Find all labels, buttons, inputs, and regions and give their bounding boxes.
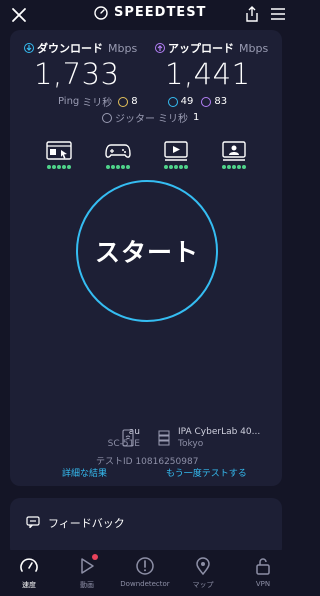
brand-title: SPEEDTEST (114, 5, 207, 20)
jitter-row: ジッター ミリ秒 1 (102, 110, 229, 125)
video-chat-app[interactable] (219, 141, 249, 173)
ping-download-icon (167, 96, 178, 107)
details-link[interactable]: 詳細な結果 (62, 466, 107, 479)
tab-vpn[interactable]: VPN (234, 556, 292, 588)
upload-unit: Mbps (239, 41, 269, 55)
tab-speed-label: 速度 (22, 581, 36, 589)
top-bar: SPEEDTEST (0, 0, 292, 30)
server-info[interactable]: IPA CyberLab 40... Tokyo (178, 426, 260, 450)
ping-idle-icon (118, 96, 129, 107)
gaming-app[interactable] (103, 141, 133, 173)
ping-label: Ping (58, 96, 80, 107)
jitter-unit: ミリ秒 (158, 114, 188, 125)
web-browsing-rating (44, 165, 74, 169)
map-pin-icon (196, 557, 210, 576)
notification-badge (92, 554, 98, 560)
ping-download-value: 49 (180, 96, 194, 107)
brand: SPEEDTEST (94, 5, 206, 20)
feedback-icon (26, 516, 40, 528)
download-value: 1,733 (34, 57, 120, 91)
video-streaming-app[interactable] (161, 141, 191, 173)
phone-icon (122, 429, 134, 447)
video-chat-rating (219, 165, 249, 169)
close-icon[interactable] (10, 6, 28, 24)
speedometer-icon (20, 558, 38, 572)
tab-map-label: マップ (192, 581, 214, 589)
upload-label: アップロード (168, 42, 234, 55)
video-chat-icon (222, 141, 246, 161)
start-button[interactable]: スタート (76, 180, 218, 322)
alert-icon (136, 557, 154, 575)
download-label: ダウンロード (37, 42, 103, 55)
results-card: ダウンロード Mbps 1,733 アップロード Mbps 1,441 Ping… (10, 30, 282, 486)
gaming-icon (105, 144, 131, 158)
upload-metric: アップロード Mbps 1,441 (155, 40, 268, 91)
ping-upload-value: 83 (214, 96, 228, 107)
jitter-value: 1 (193, 112, 200, 123)
start-label: スタート (94, 238, 199, 267)
app-performance (10, 141, 282, 173)
server-city: Tokyo (178, 439, 204, 449)
ping-upload-icon (201, 96, 212, 107)
bottom-nav: 速度 動画 Downdetector マップ VPN (0, 550, 292, 596)
upload-arrow-icon (155, 43, 165, 53)
tab-vpn-label: VPN (255, 580, 271, 588)
jitter-label: ジッター (115, 114, 155, 125)
ping-idle-value: 8 (131, 96, 138, 107)
video-streaming-icon (164, 141, 188, 161)
video-streaming-rating (161, 165, 191, 169)
download-unit: Mbps (108, 41, 138, 55)
ping-unit: ミリ秒 (82, 98, 113, 109)
retest-link[interactable]: もう一度テストする (166, 466, 247, 479)
tab-video-label: 動画 (80, 581, 94, 589)
tab-video[interactable]: 動画 (58, 554, 116, 590)
upload-value: 1,441 (165, 57, 251, 91)
download-arrow-icon (24, 43, 34, 53)
jitter-icon (102, 112, 112, 123)
download-metric: ダウンロード Mbps 1,733 (24, 40, 137, 91)
tab-downdetector-label: Downdetector (120, 580, 170, 588)
lock-icon (256, 558, 270, 575)
web-browsing-icon (46, 141, 72, 160)
tab-speed[interactable]: 速度 (0, 556, 58, 590)
tab-downdetector[interactable]: Downdetector (116, 556, 174, 588)
gaming-rating (103, 165, 133, 169)
feedback-card[interactable]: フィードバック (10, 498, 282, 558)
tab-map[interactable]: マップ (174, 556, 232, 590)
share-icon[interactable] (244, 5, 260, 23)
web-browsing-app[interactable] (44, 141, 74, 173)
server-name: IPA CyberLab 40... (178, 427, 261, 437)
server-icon (158, 430, 170, 446)
feedback-label: フィードバック (48, 517, 125, 530)
ping-row: Ping ミリ秒 8 49 83 (58, 94, 235, 109)
speedometer-icon (94, 5, 108, 20)
menu-icon[interactable] (270, 7, 286, 21)
